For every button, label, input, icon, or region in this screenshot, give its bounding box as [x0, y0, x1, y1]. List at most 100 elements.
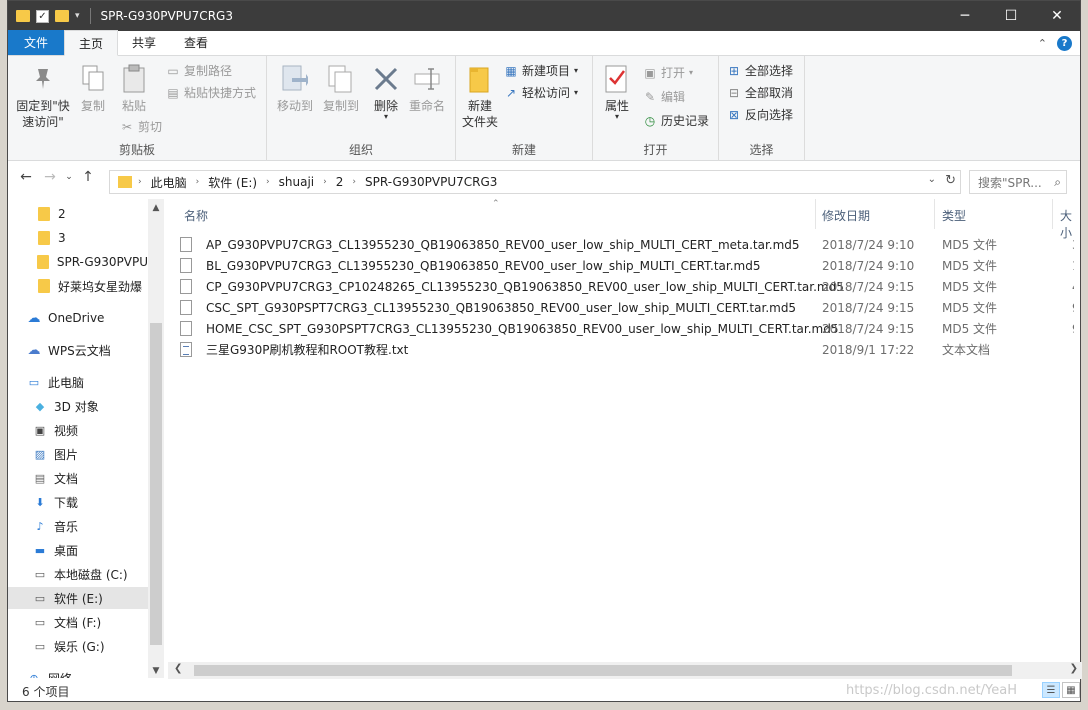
column-headers: ⌃ 名称 修改日期 类型 大小 — [160, 199, 1074, 240]
delete-dropdown-icon[interactable]: ▾ — [384, 113, 388, 121]
file-icon — [180, 321, 192, 336]
scroll-right-icon[interactable]: ❯ — [1070, 663, 1078, 674]
sidebar-item[interactable]: ▭ 娱乐 (G:) — [8, 635, 148, 657]
table-row[interactable]: HOME_CSC_SPT_G930PSPT7CRG3_CL13955230_QB… — [180, 318, 1074, 339]
sidebar-item[interactable]: 3 — [8, 227, 148, 249]
paste-shortcut-button[interactable]: ▤ 粘贴快捷方式 — [166, 84, 256, 101]
copy-button[interactable]: 复制 — [78, 62, 108, 114]
sidebar-item[interactable]: ▭ 软件 (E:) — [8, 587, 148, 609]
easy-access-dropdown-icon[interactable]: ▾ — [574, 88, 578, 97]
open-button[interactable]: ▣ 打开 ▾ — [643, 64, 693, 81]
help-icon[interactable]: ? — [1057, 36, 1072, 51]
sidebar-item-label: OneDrive — [48, 311, 105, 325]
column-date[interactable]: 修改日期 — [822, 207, 870, 224]
horizontal-scrollbar-thumb[interactable] — [194, 665, 1012, 676]
easy-access-button[interactable]: ↗ 轻松访问 ▾ — [504, 84, 578, 101]
horizontal-scrollbar[interactable]: ❮ ❯ — [168, 662, 1082, 679]
delete-button[interactable]: 删除 ▾ — [371, 62, 401, 121]
sidebar-item[interactable]: ◆ 3D 对象 — [8, 395, 148, 417]
breadcrumb-this-pc[interactable]: 此电脑 — [151, 174, 187, 191]
sidebar-item[interactable]: 好莱坞女星劲爆 — [8, 275, 148, 297]
refresh-icon[interactable]: ↻ — [945, 173, 956, 188]
breadcrumb-current[interactable]: SPR-G930PVPU7CRG3 — [365, 175, 497, 189]
minimize-button[interactable]: ─ — [942, 1, 988, 31]
chevron-right-icon[interactable]: › — [196, 177, 200, 187]
forward-button[interactable]: → — [38, 169, 62, 185]
breadcrumb-drive-e[interactable]: 软件 (E:) — [208, 174, 257, 191]
sidebar-item[interactable]: ☁ WPS云文档 — [8, 339, 148, 361]
tab-file[interactable]: 文件 — [8, 30, 65, 55]
pin-quick-access-button[interactable]: 固定到"快速访问" — [14, 62, 72, 130]
properties-dropdown-icon[interactable]: ▾ — [615, 113, 619, 121]
table-row[interactable]: CP_G930PVPU7CRG3_CP10248265_CL13955230_Q… — [180, 276, 1074, 297]
sidebar-item[interactable]: 2 — [8, 203, 148, 225]
collapse-ribbon-icon[interactable]: ⌃ — [1038, 37, 1047, 50]
open-dropdown-icon[interactable]: ▾ — [689, 68, 693, 77]
table-row[interactable]: CSC_SPT_G930PSPT7CRG3_CL13955230_QB19063… — [180, 297, 1074, 318]
tab-view[interactable]: 查看 — [170, 30, 222, 55]
file-icon — [180, 300, 192, 315]
scroll-down-icon[interactable]: ▼ — [148, 666, 164, 676]
breadcrumb-shuaji[interactable]: shuaji — [279, 175, 314, 189]
column-name[interactable]: 名称 — [184, 207, 208, 224]
edit-button[interactable]: ✎ 编辑 — [643, 88, 685, 105]
chevron-right-icon[interactable]: › — [352, 177, 356, 187]
chevron-right-icon[interactable]: › — [323, 177, 327, 187]
rename-button[interactable]: 重命名 — [407, 62, 447, 114]
chevron-right-icon[interactable]: › — [138, 177, 142, 187]
new-folder-button[interactable]: 新建 文件夹 — [460, 62, 500, 130]
maximize-button[interactable]: ☐ — [988, 1, 1034, 31]
new-folder-quick-icon[interactable] — [55, 10, 69, 22]
address-bar[interactable]: › 此电脑 › 软件 (E:) › shuaji › 2 › SPR-G930P… — [109, 170, 961, 194]
invert-selection-button[interactable]: ⊠ 反向选择 — [727, 106, 793, 123]
copy-path-button[interactable]: ▭ 复制路径 — [166, 62, 232, 79]
sidebar-item[interactable]: ▭ 本地磁盘 (C:) — [8, 563, 148, 585]
new-item-button[interactable]: ▦ 新建项目 ▾ — [504, 62, 578, 79]
file-icon — [180, 237, 192, 252]
sidebar-item[interactable]: ▤ 文档 — [8, 467, 148, 489]
history-button[interactable]: ◷ 历史记录 — [643, 112, 709, 129]
file-size: 1 — [1072, 259, 1074, 273]
sidebar-item[interactable]: ▭ 此电脑 — [8, 371, 148, 393]
select-none-button[interactable]: ⊟ 全部取消 — [727, 84, 793, 101]
sidebar-item[interactable]: ▬ 桌面 — [8, 539, 148, 561]
column-divider[interactable] — [815, 199, 816, 229]
details-view-icon[interactable]: ☰ — [1042, 682, 1060, 698]
large-icons-view-icon[interactable]: ▦ — [1062, 682, 1080, 698]
sidebar-item[interactable]: ♪ 音乐 — [8, 515, 148, 537]
up-button[interactable]: ↑ — [76, 169, 100, 185]
tab-share[interactable]: 共享 — [118, 30, 170, 55]
address-history-dropdown-icon[interactable]: ⌄ — [928, 174, 936, 185]
close-button[interactable]: ✕ — [1034, 1, 1080, 31]
drive-icon: ▭ — [34, 615, 46, 629]
sidebar-item[interactable]: ▭ 文档 (F:) — [8, 611, 148, 633]
breadcrumb-2[interactable]: 2 — [336, 175, 344, 189]
customize-dropdown-icon[interactable]: ▾ — [75, 11, 80, 21]
search-input[interactable]: 搜索"SPR... ⌕ — [969, 170, 1067, 194]
sidebar-item[interactable]: ▣ 视频 — [8, 419, 148, 441]
table-row[interactable]: BL_G930PVPU7CRG3_CL13955230_QB19063850_R… — [180, 255, 1074, 276]
table-row[interactable]: AP_G930PVPU7CRG3_CL13955230_QB19063850_R… — [180, 234, 1074, 255]
cut-button[interactable]: ✂ 剪切 — [120, 118, 162, 135]
scroll-left-icon[interactable]: ❮ — [174, 663, 182, 674]
properties-quick-icon[interactable]: ✓ — [36, 9, 49, 23]
tab-home[interactable]: 主页 — [64, 30, 119, 56]
move-to-button[interactable]: 移动到 — [275, 62, 315, 114]
new-item-dropdown-icon[interactable]: ▾ — [574, 66, 578, 75]
column-divider[interactable] — [934, 199, 935, 229]
chevron-right-icon[interactable]: › — [266, 177, 270, 187]
sidebar-item[interactable]: ⬇ 下载 — [8, 491, 148, 513]
sidebar-item[interactable]: ▨ 图片 — [8, 443, 148, 465]
paste-button[interactable]: 粘贴 — [116, 62, 152, 114]
copy-to-button[interactable]: 复制到 — [321, 62, 361, 114]
properties-button[interactable]: 属性 ▾ — [599, 62, 635, 121]
sidebar-item[interactable]: SPR-G930PVPU — [8, 251, 148, 273]
column-type[interactable]: 类型 — [942, 207, 966, 224]
recent-dropdown-icon[interactable]: ⌄ — [62, 172, 76, 182]
table-row[interactable]: 三星G930P刷机教程和ROOT教程.txt 2018/9/1 17:22 文本文档 — [180, 339, 1074, 360]
select-all-button[interactable]: ⊞ 全部选择 — [727, 62, 793, 79]
back-button[interactable]: ← — [14, 169, 38, 185]
column-divider[interactable] — [1052, 199, 1053, 229]
sidebar-item[interactable]: ☁ OneDrive — [8, 307, 148, 329]
sidebar-item[interactable]: ⊕ 网络 — [8, 667, 148, 679]
